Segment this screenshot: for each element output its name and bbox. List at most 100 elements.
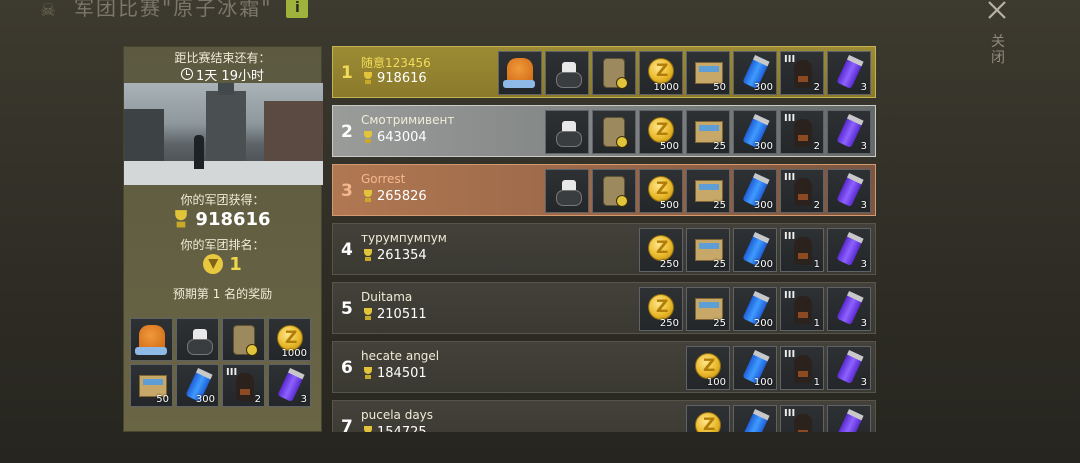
reward-tile[interactable]: 500 [639,169,683,213]
rank-number: 3 [341,181,353,201]
reward-tile[interactable] [222,318,265,361]
reward-tile[interactable]: III 2 [780,51,824,95]
reward-tile[interactable]: 500 [639,110,683,154]
dog-pet-icon [794,296,812,324]
trophy-icon [361,190,375,203]
reward-tile[interactable]: 100 [686,346,730,390]
dog-pet-icon [794,119,812,147]
reward-tile[interactable]: 300 [733,51,777,95]
purple-energy-can-icon [836,409,864,432]
clock-icon [181,68,194,80]
reward-tile[interactable] [545,51,589,95]
reward-tile[interactable] [827,405,871,432]
dog-pet-icon [794,60,812,88]
leaderboard-row[interactable]: 2 Смотримивент 643004 500 25 300 III2 3 [332,105,876,157]
reward-tile[interactable]: III 2 [780,110,824,154]
reward-tile[interactable]: 3 [827,169,871,213]
reward-tile[interactable] [733,405,777,432]
rank-number: 1 [341,63,353,83]
trophy-icon [361,249,375,262]
rank-medal-icon [203,254,224,274]
legion-rank: 1 [124,253,321,275]
legion-name: 随意123456 [361,56,431,70]
reward-tile[interactable]: 1000 [268,318,311,361]
reward-tile[interactable] [545,169,589,213]
rank-number: 2 [341,122,353,142]
backpack-icon [603,58,628,89]
leaderboard-row[interactable]: 1 随意123456 918616 1000 50 300 III2 3 [332,46,876,98]
row-rewards: 500 25 300 III2 3 [545,169,871,213]
trophy-icon [361,367,375,380]
reward-tile[interactable]: III 1 [780,287,824,331]
reward-tile[interactable]: III 2 [222,364,265,407]
cat-pet-icon [503,58,535,88]
legion-score: 918616 [361,71,427,86]
reward-tile[interactable]: 50 [130,364,173,407]
reward-tile[interactable]: III 1 [780,228,824,272]
info-button[interactable]: i [286,0,309,18]
reward-tile[interactable] [545,110,589,154]
reward-tile[interactable] [592,110,636,154]
event-countdown: 1天 19小时 [124,65,321,84]
supply-crate-icon [695,239,723,261]
rank-number: 7 [341,417,353,432]
reward-tile[interactable]: 200 [733,228,777,272]
armor-gear-icon [552,62,584,88]
reward-tile[interactable]: III 2 [780,169,824,213]
close-button[interactable] [986,0,1008,20]
reward-tile[interactable]: 3 [827,110,871,154]
reward-tile[interactable] [592,169,636,213]
gold-coin-icon [695,412,721,432]
reward-tile[interactable]: 3 [827,228,871,272]
leaderboard-row[interactable]: 7 pucela days 154725 III [332,400,876,432]
window-header: ☠ 军团比赛"原子冰霜" i [40,0,309,22]
gold-coin-icon [648,117,674,143]
leaderboard[interactable]: 1 随意123456 918616 1000 50 300 III2 3 2 С… [332,46,876,432]
reward-tile[interactable]: III 1 [780,346,824,390]
reward-tile[interactable]: 300 [733,110,777,154]
dog-pet-icon [794,237,812,265]
row-rewards: III [686,405,871,432]
armor-gear-icon [183,329,215,355]
purple-energy-can-icon [836,173,864,207]
leaderboard-row[interactable]: 6 hecate angel 184501 100 100 III1 3 [332,341,876,393]
trophy-icon [361,426,375,432]
row-rewards: 100 100 III1 3 [686,346,871,390]
reward-tile[interactable]: 25 [686,110,730,154]
reward-tile[interactable]: 50 [686,51,730,95]
gold-coin-icon [648,294,674,320]
reward-tile[interactable]: 200 [733,287,777,331]
reward-tile[interactable]: 1000 [639,51,683,95]
reward-tile[interactable]: III [780,405,824,432]
dog-pet-icon [794,355,812,383]
reward-tile[interactable]: 250 [639,228,683,272]
reward-tile[interactable]: 3 [827,287,871,331]
reward-tile[interactable]: 250 [639,287,683,331]
reward-tile[interactable]: 3 [268,364,311,407]
reward-tile[interactable]: 300 [733,169,777,213]
reward-tile[interactable]: 300 [176,364,219,407]
legion-score: 184501 [361,366,427,381]
legion-name: Gorrest [361,172,406,186]
trophy-icon [361,131,375,144]
armor-gear-icon [552,180,584,206]
reward-tile[interactable] [592,51,636,95]
trophy-icon [361,72,375,85]
row-rewards: 500 25 300 III2 3 [545,110,871,154]
reward-tile[interactable]: 3 [827,346,871,390]
reward-tile[interactable] [498,51,542,95]
leaderboard-row[interactable]: 5 Duitama 210511 250 25 200 III1 3 [332,282,876,334]
reward-tile[interactable]: 25 [686,287,730,331]
rank-number: 4 [341,240,353,260]
close-label[interactable]: 关闭 [990,34,1006,66]
reward-tile[interactable] [130,318,173,361]
reward-tile[interactable]: 100 [733,346,777,390]
reward-tile[interactable]: 25 [686,169,730,213]
reward-tile[interactable]: 3 [827,51,871,95]
reward-tile[interactable]: 25 [686,228,730,272]
reward-tile[interactable] [176,318,219,361]
earned-score: 918616 [124,208,321,230]
leaderboard-row[interactable]: 4 турумпумпум 261354 250 25 200 III1 3 [332,223,876,275]
leaderboard-row[interactable]: 3 Gorrest 265826 500 25 300 III2 3 [332,164,876,216]
reward-tile[interactable] [686,405,730,432]
